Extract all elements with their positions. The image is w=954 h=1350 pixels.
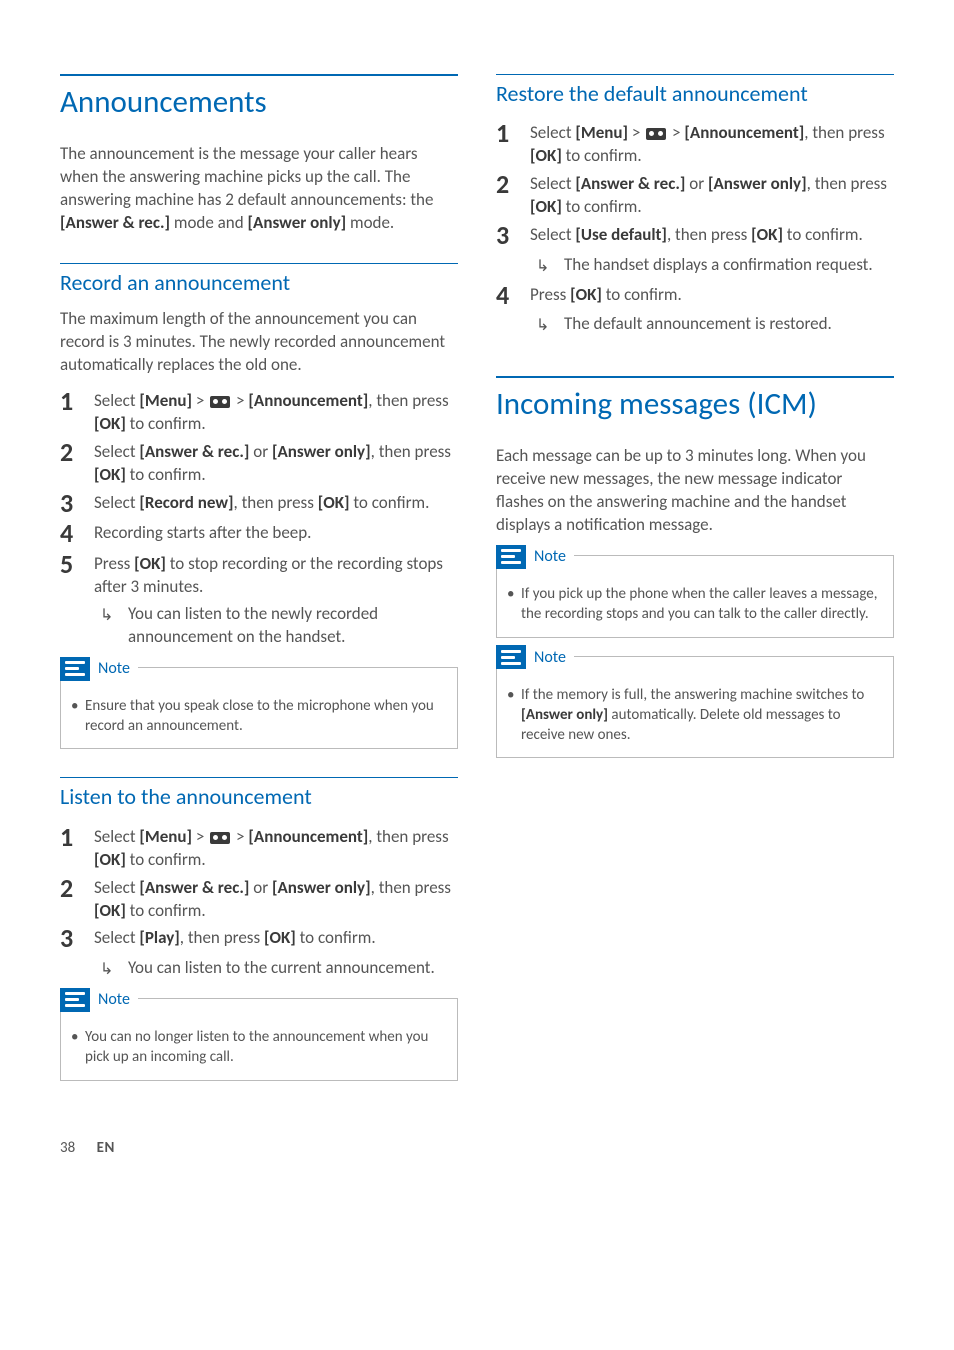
step-number: 4 — [60, 519, 94, 548]
note-icon — [496, 645, 526, 669]
result-arrow-icon: ↳ — [100, 957, 128, 979]
step-text: Select [Menu] > > [Announcement], then p… — [94, 823, 458, 872]
page-number: 38 — [60, 1139, 75, 1157]
note-label: Note — [90, 656, 138, 682]
step-text: Select [Record new], then press [OK] to … — [94, 489, 429, 515]
note-text: If the memory is full, the answering mac… — [521, 685, 883, 746]
result-arrow-icon: ↳ — [536, 254, 564, 276]
intro-record: The maximum length of the announcement y… — [60, 308, 458, 377]
step-number: 1 — [60, 823, 94, 852]
steps-restore: 1Select [Menu] > > [Announcement], then … — [496, 119, 894, 336]
tape-icon — [210, 396, 230, 408]
step-result: ↳You can listen to the newly recorded an… — [100, 603, 458, 649]
step-number: 3 — [60, 489, 94, 518]
heading-icm: Incoming messages (ICM) — [496, 376, 894, 423]
step-item: 1Select [Menu] > > [Announcement], then … — [496, 119, 894, 168]
note-icm-1: Note •If you pick up the phone when the … — [496, 555, 894, 638]
step-text: Select [Answer & rec.] or [Answer only],… — [94, 438, 458, 487]
step-item: 3Select [Play], then press [OK] to confi… — [60, 924, 458, 953]
note-label: Note — [526, 544, 574, 570]
step-text: Select [Use default], then press [OK] to… — [530, 221, 863, 247]
heading-restore: Restore the default announcement — [496, 74, 894, 107]
step-item: 1Select [Menu] > > [Announcement], then … — [60, 387, 458, 436]
step-number: 2 — [496, 170, 530, 199]
note-icon — [60, 988, 90, 1012]
step-item: 4Press [OK] to confirm. — [496, 281, 894, 310]
steps-record: 1Select [Menu] > > [Announcement], then … — [60, 387, 458, 649]
tape-icon — [210, 832, 230, 844]
note-icon — [60, 657, 90, 681]
step-number: 1 — [496, 119, 530, 148]
intro-icm: Each message can be up to 3 minutes long… — [496, 445, 894, 537]
note-label: Note — [90, 987, 138, 1013]
step-item: 3Select [Record new], then press [OK] to… — [60, 489, 458, 518]
result-arrow-icon: ↳ — [536, 313, 564, 335]
heading-announcements: Announcements — [60, 74, 458, 121]
step-text: Select [Answer & rec.] or [Answer only],… — [94, 874, 458, 923]
heading-listen: Listen to the announcement — [60, 777, 458, 810]
note-text: You can no longer listen to the announce… — [85, 1027, 447, 1068]
step-number: 2 — [60, 874, 94, 903]
step-text: Press [OK] to confirm. — [530, 281, 682, 307]
steps-listen: 1Select [Menu] > > [Announcement], then … — [60, 823, 458, 980]
step-number: 2 — [60, 438, 94, 467]
step-text: Select [Menu] > > [Announcement], then p… — [94, 387, 458, 436]
note-listen: Note •You can no longer listen to the an… — [60, 998, 458, 1081]
left-column: Announcements The announcement is the me… — [60, 74, 458, 1099]
step-number: 1 — [60, 387, 94, 416]
right-column: Restore the default announcement 1Select… — [496, 74, 894, 1099]
step-number: 5 — [60, 550, 94, 579]
step-item: 5Press [OK] to stop recording or the rec… — [60, 550, 458, 599]
result-text: You can listen to the current announceme… — [128, 957, 435, 980]
step-item: 3Select [Use default], then press [OK] t… — [496, 221, 894, 250]
step-item: 2Select [Answer & rec.] or [Answer only]… — [60, 438, 458, 487]
step-item: 2Select [Answer & rec.] or [Answer only]… — [60, 874, 458, 923]
note-icm-2: Note •If the memory is full, the answeri… — [496, 656, 894, 759]
step-text: Recording starts after the beep. — [94, 519, 311, 545]
step-text: Select [Play], then press [OK] to confir… — [94, 924, 376, 950]
step-number: 3 — [60, 924, 94, 953]
step-text: Select [Menu] > > [Announcement], then p… — [530, 119, 894, 168]
note-text: If you pick up the phone when the caller… — [521, 584, 883, 625]
step-result: ↳The handset displays a confirmation req… — [536, 254, 894, 277]
step-result: ↳You can listen to the current announcem… — [100, 957, 458, 980]
step-result: ↳The default announcement is restored. — [536, 313, 894, 336]
page-lang: EN — [97, 1139, 115, 1157]
result-arrow-icon: ↳ — [100, 603, 128, 625]
step-item: 4Recording starts after the beep. — [60, 519, 458, 548]
step-number: 4 — [496, 281, 530, 310]
step-item: 1Select [Menu] > > [Announcement], then … — [60, 823, 458, 872]
intro-announcements: The announcement is the message your cal… — [60, 143, 458, 235]
note-label: Note — [526, 645, 574, 671]
result-text: The handset displays a confirmation requ… — [564, 254, 873, 277]
step-text: Select [Answer & rec.] or [Answer only],… — [530, 170, 894, 219]
step-number: 3 — [496, 221, 530, 250]
step-item: 2Select [Answer & rec.] or [Answer only]… — [496, 170, 894, 219]
note-text: Ensure that you speak close to the micro… — [85, 696, 447, 737]
result-text: You can listen to the newly recorded ann… — [128, 603, 458, 649]
result-text: The default announcement is restored. — [564, 313, 832, 336]
tape-icon — [646, 128, 666, 140]
step-text: Press [OK] to stop recording or the reco… — [94, 550, 458, 599]
note-record: Note •Ensure that you speak close to the… — [60, 667, 458, 750]
note-icon — [496, 545, 526, 569]
heading-record: Record an announcement — [60, 263, 458, 296]
page-footer: 38 EN — [60, 1139, 894, 1157]
